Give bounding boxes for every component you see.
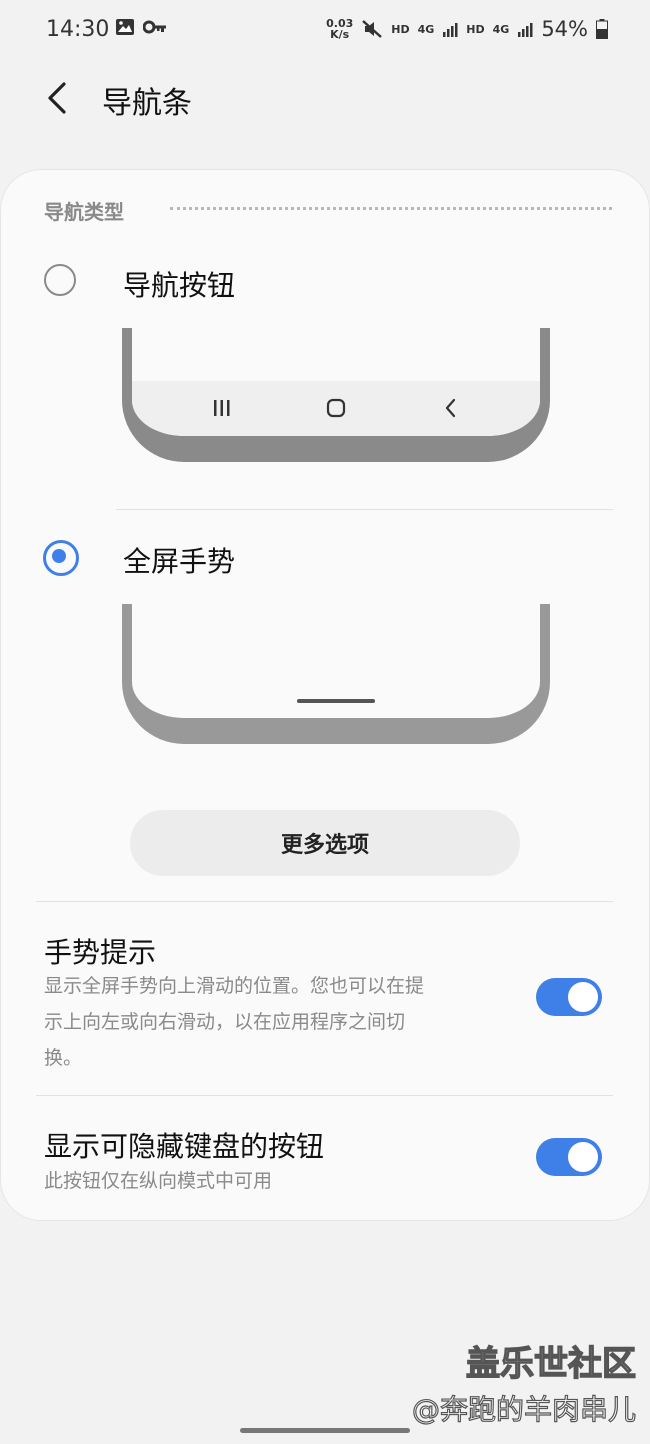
signal-icon-2 <box>518 23 533 37</box>
signal-icon-1 <box>443 23 458 37</box>
gesture-hint-desc-line: 示上向左或向右滑动，以在应用程序之间切 <box>44 1011 406 1033</box>
watermark-community: 盖乐世社区 <box>465 1343 636 1384</box>
setting-divider <box>36 1095 613 1096</box>
keyboard-button-title[interactable]: 显示可隐藏键盘的按钮 <box>44 1125 324 1165</box>
more-options-button[interactable]: 更多选项 <box>130 810 520 876</box>
preview-navigation-buttons[interactable] <box>122 328 550 462</box>
toggle-knob <box>566 1140 600 1174</box>
back-nav-icon <box>445 398 456 418</box>
preview-navbar <box>132 381 540 436</box>
battery-percent: 54% <box>541 17 588 41</box>
toggle-knob <box>566 980 600 1014</box>
status-left-icons <box>115 18 167 36</box>
keyboard-button-description: 此按钮仅在纵向模式中可用 <box>44 1163 514 1199</box>
mute-icon <box>362 20 383 38</box>
radio-navigation-buttons[interactable] <box>44 264 76 296</box>
hd-badge-2: HD <box>466 22 485 36</box>
back-button[interactable] <box>40 78 76 118</box>
net-speed: 0.03 K/s <box>326 18 353 40</box>
gesture-bar-icon <box>297 699 375 703</box>
status-bar: 14:30 0.03 K/s HD 4G HD 4G 54% <box>0 0 650 60</box>
home-indicator[interactable] <box>240 1428 410 1433</box>
gesture-hint-description: 显示全屏手势向上滑动的位置。您也可以在提 示上向左或向右滑动，以在应用程序之间切… <box>44 968 514 1076</box>
radio-full-screen-gestures[interactable] <box>43 540 79 576</box>
keyboard-button-toggle[interactable] <box>536 1138 602 1176</box>
option-label-navigation-buttons[interactable]: 导航按钮 <box>123 264 235 304</box>
app-bar: 导航条 <box>0 60 650 140</box>
home-icon <box>326 398 346 418</box>
battery-icon <box>596 19 608 39</box>
image-icon <box>116 19 134 35</box>
status-right-icons: 0.03 K/s HD 4G HD 4G 54% <box>326 17 608 41</box>
section-header-divider <box>170 207 612 210</box>
network-type-1: 4G <box>417 22 435 36</box>
gesture-hint-toggle[interactable] <box>536 978 602 1016</box>
section-divider <box>36 901 613 902</box>
watermark-author: @奔跑的羊肉串儿 <box>411 1392 636 1426</box>
status-time: 14:30 <box>46 17 110 42</box>
key-icon <box>143 20 166 34</box>
hd-badge-1: HD <box>391 22 410 36</box>
keyboard-button-desc-line: 此按钮仅在纵向模式中可用 <box>44 1170 273 1192</box>
page-title: 导航条 <box>102 86 192 121</box>
option-label-full-screen-gestures[interactable]: 全屏手势 <box>123 540 235 580</box>
gesture-hint-title[interactable]: 手势提示 <box>44 931 156 971</box>
net-speed-unit: K/s <box>330 28 350 41</box>
section-header: 导航类型 <box>44 200 124 224</box>
option-divider <box>116 509 613 510</box>
back-arrow-icon <box>48 82 66 114</box>
gesture-hint-desc-line: 换。 <box>44 1047 83 1069</box>
gesture-hint-desc-line: 显示全屏手势向上滑动的位置。您也可以在提 <box>44 975 425 997</box>
network-type-2: 4G <box>492 22 510 36</box>
preview-full-screen-gestures[interactable] <box>122 604 550 744</box>
recents-icon <box>214 400 230 416</box>
